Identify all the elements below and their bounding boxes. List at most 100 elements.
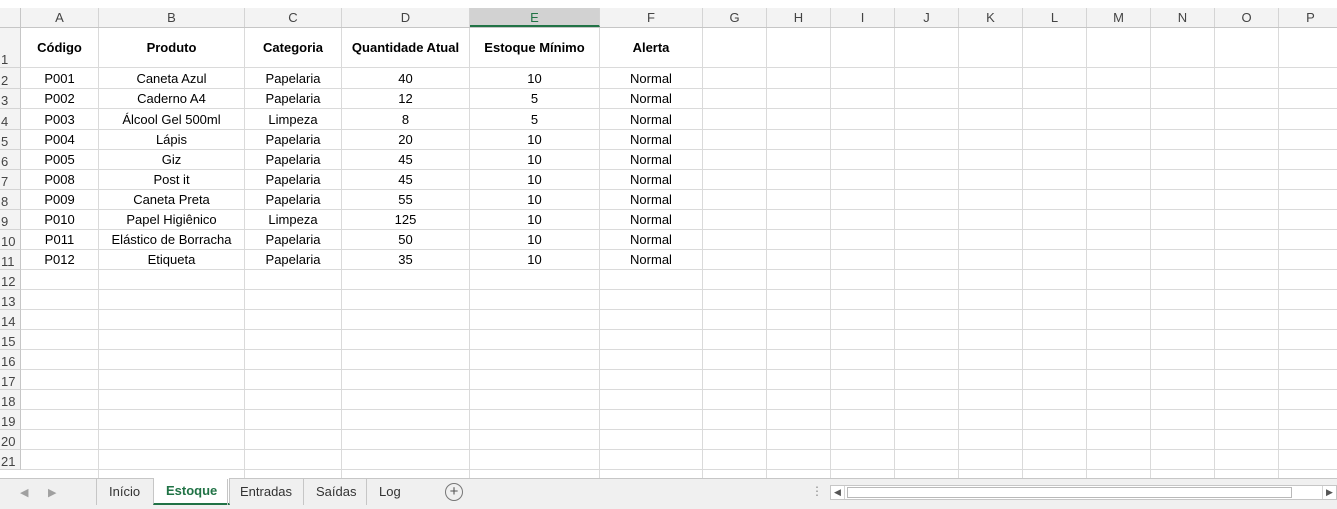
column-header-i[interactable]: I xyxy=(831,8,895,27)
table-cell[interactable]: Normal xyxy=(600,230,702,250)
table-cell[interactable]: Normal xyxy=(600,190,702,210)
table-cell[interactable]: Papelaria xyxy=(245,130,341,150)
row-header-13[interactable]: 13 xyxy=(0,290,21,310)
table-header-cell[interactable]: Código xyxy=(21,28,98,68)
table-cell[interactable]: Normal xyxy=(600,250,702,270)
table-cell[interactable]: P009 xyxy=(21,190,98,210)
table-cell[interactable]: Limpeza xyxy=(245,210,341,230)
sheet-tab-entradas[interactable]: Entradas xyxy=(227,479,304,505)
table-cell[interactable]: Papel Higiênico xyxy=(99,210,244,230)
table-cell[interactable]: Giz xyxy=(99,150,244,170)
column-header-l[interactable]: L xyxy=(1023,8,1087,27)
table-cell[interactable]: Caderno A4 xyxy=(99,89,244,109)
table-cell[interactable]: Limpeza xyxy=(245,109,341,130)
row-header-3[interactable]: 3 xyxy=(0,89,21,109)
row-header-18[interactable]: 18 xyxy=(0,390,21,410)
scroll-thumb[interactable] xyxy=(847,487,1292,498)
sheet-tab-log[interactable]: Log xyxy=(366,479,413,505)
column-header-n[interactable]: N xyxy=(1151,8,1215,27)
table-cell[interactable]: 55 xyxy=(342,190,469,210)
add-sheet-icon[interactable]: + xyxy=(445,483,463,501)
table-cell[interactable]: Caneta Preta xyxy=(99,190,244,210)
table-cell[interactable]: 40 xyxy=(342,68,469,89)
column-header-k[interactable]: K xyxy=(959,8,1023,27)
table-cell[interactable]: P011 xyxy=(21,230,98,250)
table-header-cell[interactable]: Categoria xyxy=(245,28,341,68)
table-header-cell[interactable]: Produto xyxy=(99,28,244,68)
column-header-m[interactable]: M xyxy=(1087,8,1151,27)
table-cell[interactable]: 125 xyxy=(342,210,469,230)
table-cell[interactable]: 20 xyxy=(342,130,469,150)
column-header-d[interactable]: D xyxy=(342,8,470,27)
column-header-b[interactable]: B xyxy=(99,8,245,27)
scroll-right-icon[interactable]: ▶ xyxy=(1322,486,1336,499)
table-cell[interactable]: 10 xyxy=(470,210,599,230)
table-cell[interactable]: P002 xyxy=(21,89,98,109)
table-cell[interactable]: Etiqueta xyxy=(99,250,244,270)
table-cell[interactable]: 10 xyxy=(470,250,599,270)
table-cell[interactable]: 5 xyxy=(470,89,599,109)
row-header-7[interactable]: 7 xyxy=(0,170,21,190)
table-cell[interactable]: Álcool Gel 500ml xyxy=(99,109,244,130)
table-cell[interactable]: 35 xyxy=(342,250,469,270)
table-header-cell[interactable]: Estoque Mínimo xyxy=(470,28,599,68)
table-cell[interactable]: 5 xyxy=(470,109,599,130)
row-header-20[interactable]: 20 xyxy=(0,430,21,450)
sheet-tab-saídas[interactable]: Saídas xyxy=(303,479,368,505)
column-header-p[interactable]: P xyxy=(1279,8,1337,27)
row-header-10[interactable]: 10 xyxy=(0,230,21,250)
row-header-17[interactable]: 17 xyxy=(0,370,21,390)
table-cell[interactable]: Normal xyxy=(600,68,702,89)
table-header-cell[interactable]: Alerta xyxy=(600,28,702,68)
row-header-2[interactable]: 2 xyxy=(0,68,21,89)
row-header-4[interactable]: 4 xyxy=(0,109,21,130)
table-cell[interactable]: Caneta Azul xyxy=(99,68,244,89)
table-cell[interactable]: 10 xyxy=(470,150,599,170)
table-cell[interactable]: P004 xyxy=(21,130,98,150)
column-header-h[interactable]: H xyxy=(767,8,831,27)
table-cell[interactable]: P010 xyxy=(21,210,98,230)
column-header-a[interactable]: A xyxy=(21,8,99,27)
table-cell[interactable]: Normal xyxy=(600,170,702,190)
table-cell[interactable]: Papelaria xyxy=(245,150,341,170)
column-header-c[interactable]: C xyxy=(245,8,342,27)
table-cell[interactable]: Normal xyxy=(600,150,702,170)
table-cell[interactable]: 8 xyxy=(342,109,469,130)
column-header-f[interactable]: F xyxy=(600,8,703,27)
row-header-14[interactable]: 14 xyxy=(0,310,21,330)
column-header-o[interactable]: O xyxy=(1215,8,1279,27)
table-cell[interactable]: Post it xyxy=(99,170,244,190)
table-cell[interactable]: 10 xyxy=(470,130,599,150)
horizontal-scrollbar[interactable]: ◀ ▶ xyxy=(830,485,1337,500)
table-cell[interactable]: 10 xyxy=(470,230,599,250)
row-header-6[interactable]: 6 xyxy=(0,150,21,170)
row-header-11[interactable]: 11 xyxy=(0,250,21,270)
table-cell[interactable]: Papelaria xyxy=(245,68,341,89)
row-header-12[interactable]: 12 xyxy=(0,270,21,290)
table-cell[interactable]: P005 xyxy=(21,150,98,170)
table-cell[interactable]: 45 xyxy=(342,150,469,170)
row-header-21[interactable]: 21 xyxy=(0,450,21,470)
row-header-9[interactable]: 9 xyxy=(0,210,21,230)
row-header-5[interactable]: 5 xyxy=(0,130,21,150)
table-cell[interactable]: 45 xyxy=(342,170,469,190)
table-cell[interactable]: 10 xyxy=(470,190,599,210)
table-cell[interactable]: P001 xyxy=(21,68,98,89)
table-cell[interactable]: Papelaria xyxy=(245,170,341,190)
table-cell[interactable]: 50 xyxy=(342,230,469,250)
table-header-cell[interactable]: Quantidade Atual xyxy=(342,28,469,68)
column-header-e[interactable]: E xyxy=(470,8,600,27)
sheet-tab-início[interactable]: Início xyxy=(96,479,152,505)
column-header-j[interactable]: J xyxy=(895,8,959,27)
table-cell[interactable]: Normal xyxy=(600,109,702,130)
table-cell[interactable]: 10 xyxy=(470,170,599,190)
sheet-tab-estoque[interactable]: Estoque xyxy=(153,478,231,505)
row-header-15[interactable]: 15 xyxy=(0,330,21,350)
spreadsheet-grid[interactable]: ABCDEFGHIJKLMNOP 1 2 3 4 5 6 7 8 9 10 11 12 13 14 15 16… xyxy=(0,0,1337,478)
table-cell[interactable]: Lápis xyxy=(99,130,244,150)
nav-next-icon[interactable]: ▶ xyxy=(48,486,56,499)
scroll-menu-icon[interactable]: ⋮ xyxy=(811,484,823,498)
table-cell[interactable]: Normal xyxy=(600,130,702,150)
table-cell[interactable]: P003 xyxy=(21,109,98,130)
nav-prev-icon[interactable]: ◀ xyxy=(20,486,28,499)
